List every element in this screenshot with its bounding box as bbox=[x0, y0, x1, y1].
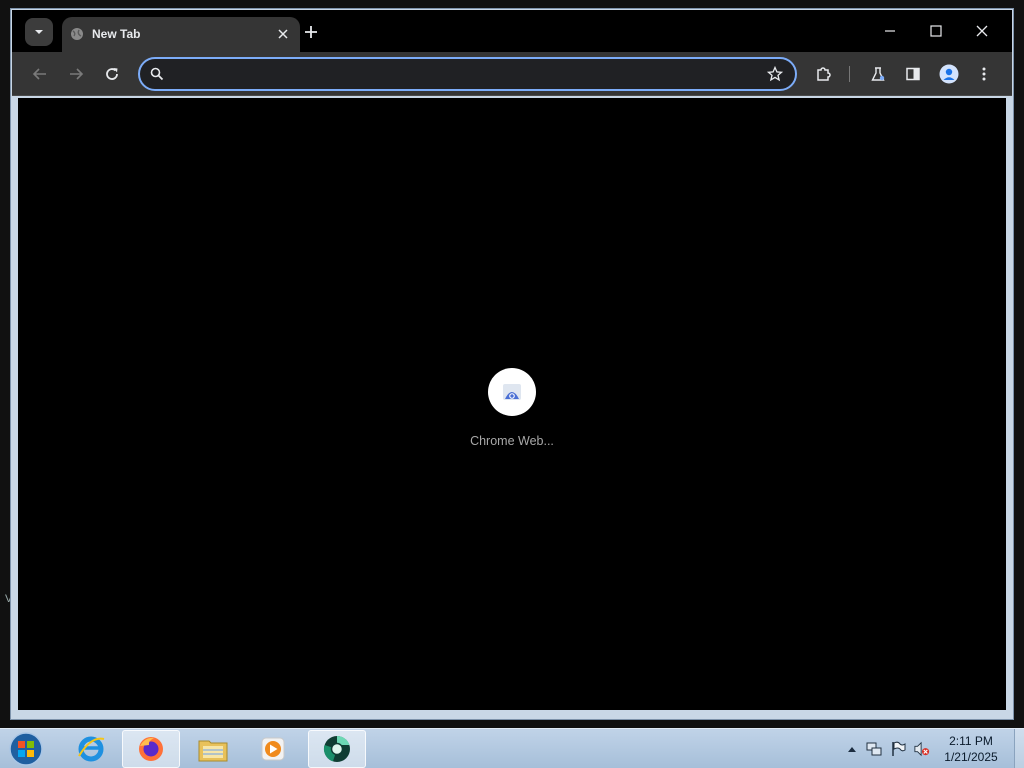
reload-button[interactable] bbox=[98, 60, 126, 88]
minimize-button[interactable] bbox=[868, 16, 912, 46]
show-desktop-button[interactable] bbox=[1014, 729, 1024, 768]
start-button[interactable] bbox=[4, 730, 48, 768]
back-arrow-icon bbox=[32, 68, 46, 80]
clock[interactable]: 2:11 PM 1/21/2025 bbox=[940, 733, 1002, 765]
window-close-button[interactable] bbox=[960, 16, 1004, 46]
volume-tray-icon[interactable] bbox=[914, 741, 930, 757]
clock-date: 1/21/2025 bbox=[944, 750, 998, 764]
show-hidden-icons-button[interactable] bbox=[844, 741, 860, 757]
address-bar[interactable] bbox=[138, 57, 797, 91]
minimize-icon bbox=[885, 30, 895, 32]
chrome-menu-button[interactable] bbox=[970, 60, 998, 88]
taskbar-file-explorer[interactable] bbox=[184, 730, 242, 768]
taskbar: 2:11 PM 1/21/2025 bbox=[0, 728, 1024, 768]
system-tray: 2:11 PM 1/21/2025 bbox=[842, 729, 1018, 768]
clock-time: 2:11 PM bbox=[949, 734, 993, 748]
tab-close-button[interactable] bbox=[274, 25, 292, 43]
extensions-button[interactable] bbox=[810, 60, 838, 88]
taskbar-firefox[interactable] bbox=[122, 730, 180, 768]
forward-button[interactable] bbox=[62, 60, 90, 88]
new-tab-button[interactable] bbox=[299, 20, 323, 44]
speaker-muted-icon bbox=[914, 741, 930, 757]
close-icon bbox=[976, 25, 988, 37]
reload-icon bbox=[106, 68, 118, 80]
profile-icon bbox=[939, 64, 959, 84]
chevron-up-icon bbox=[848, 747, 856, 752]
forward-arrow-icon bbox=[70, 68, 84, 80]
chrome-dev-icon bbox=[323, 735, 350, 762]
close-icon bbox=[278, 29, 288, 39]
toolbar bbox=[12, 52, 1012, 96]
bookmark-button[interactable] bbox=[765, 64, 785, 84]
search-icon bbox=[150, 67, 164, 81]
chevron-down-icon bbox=[35, 30, 43, 34]
profile-button[interactable] bbox=[935, 60, 963, 88]
network-tray-icon[interactable] bbox=[866, 741, 882, 757]
flask-icon bbox=[871, 67, 885, 81]
shortcut-tile-chrome-web-store[interactable]: Chrome Web... bbox=[458, 360, 566, 460]
taskbar-chrome[interactable] bbox=[308, 730, 366, 768]
shortcut-label: Chrome Web... bbox=[470, 434, 554, 448]
toolbar-separator bbox=[849, 66, 850, 82]
taskbar-media-player[interactable] bbox=[244, 730, 302, 768]
desktop: V New Tab Chrome Web... bbox=[0, 0, 1024, 728]
windows-start-orb-icon bbox=[9, 732, 43, 766]
firefox-icon bbox=[139, 737, 163, 761]
plus-icon bbox=[305, 26, 317, 38]
chrome-web-store-icon bbox=[503, 384, 521, 400]
maximize-button[interactable] bbox=[914, 16, 958, 46]
action-center-tray-icon[interactable] bbox=[890, 741, 906, 757]
sidepanel-icon bbox=[906, 67, 920, 81]
internet-explorer-icon bbox=[78, 736, 105, 762]
flag-icon bbox=[892, 741, 906, 756]
puzzle-icon bbox=[817, 67, 831, 81]
address-input[interactable] bbox=[172, 63, 752, 85]
kebab-menu-icon bbox=[982, 67, 986, 81]
tab-strip: New Tab bbox=[12, 10, 1012, 53]
media-player-icon bbox=[261, 737, 285, 761]
new-tab-page: Chrome Web... bbox=[18, 98, 1006, 710]
labs-button[interactable] bbox=[864, 60, 892, 88]
side-panel-button[interactable] bbox=[899, 60, 927, 88]
globe-icon bbox=[71, 28, 83, 40]
back-button[interactable] bbox=[26, 60, 54, 88]
star-icon bbox=[767, 66, 783, 82]
network-icon bbox=[866, 742, 882, 756]
shortcut-icon-circle bbox=[488, 368, 536, 416]
folder-icon bbox=[198, 740, 228, 762]
maximize-icon bbox=[930, 25, 942, 37]
taskbar-internet-explorer[interactable] bbox=[62, 730, 120, 768]
tab-new-tab[interactable]: New Tab bbox=[62, 17, 300, 53]
tab-search-button[interactable] bbox=[25, 18, 53, 46]
tab-title: New Tab bbox=[92, 27, 141, 41]
browser-window: New Tab Chrome Web... bbox=[10, 8, 1014, 720]
